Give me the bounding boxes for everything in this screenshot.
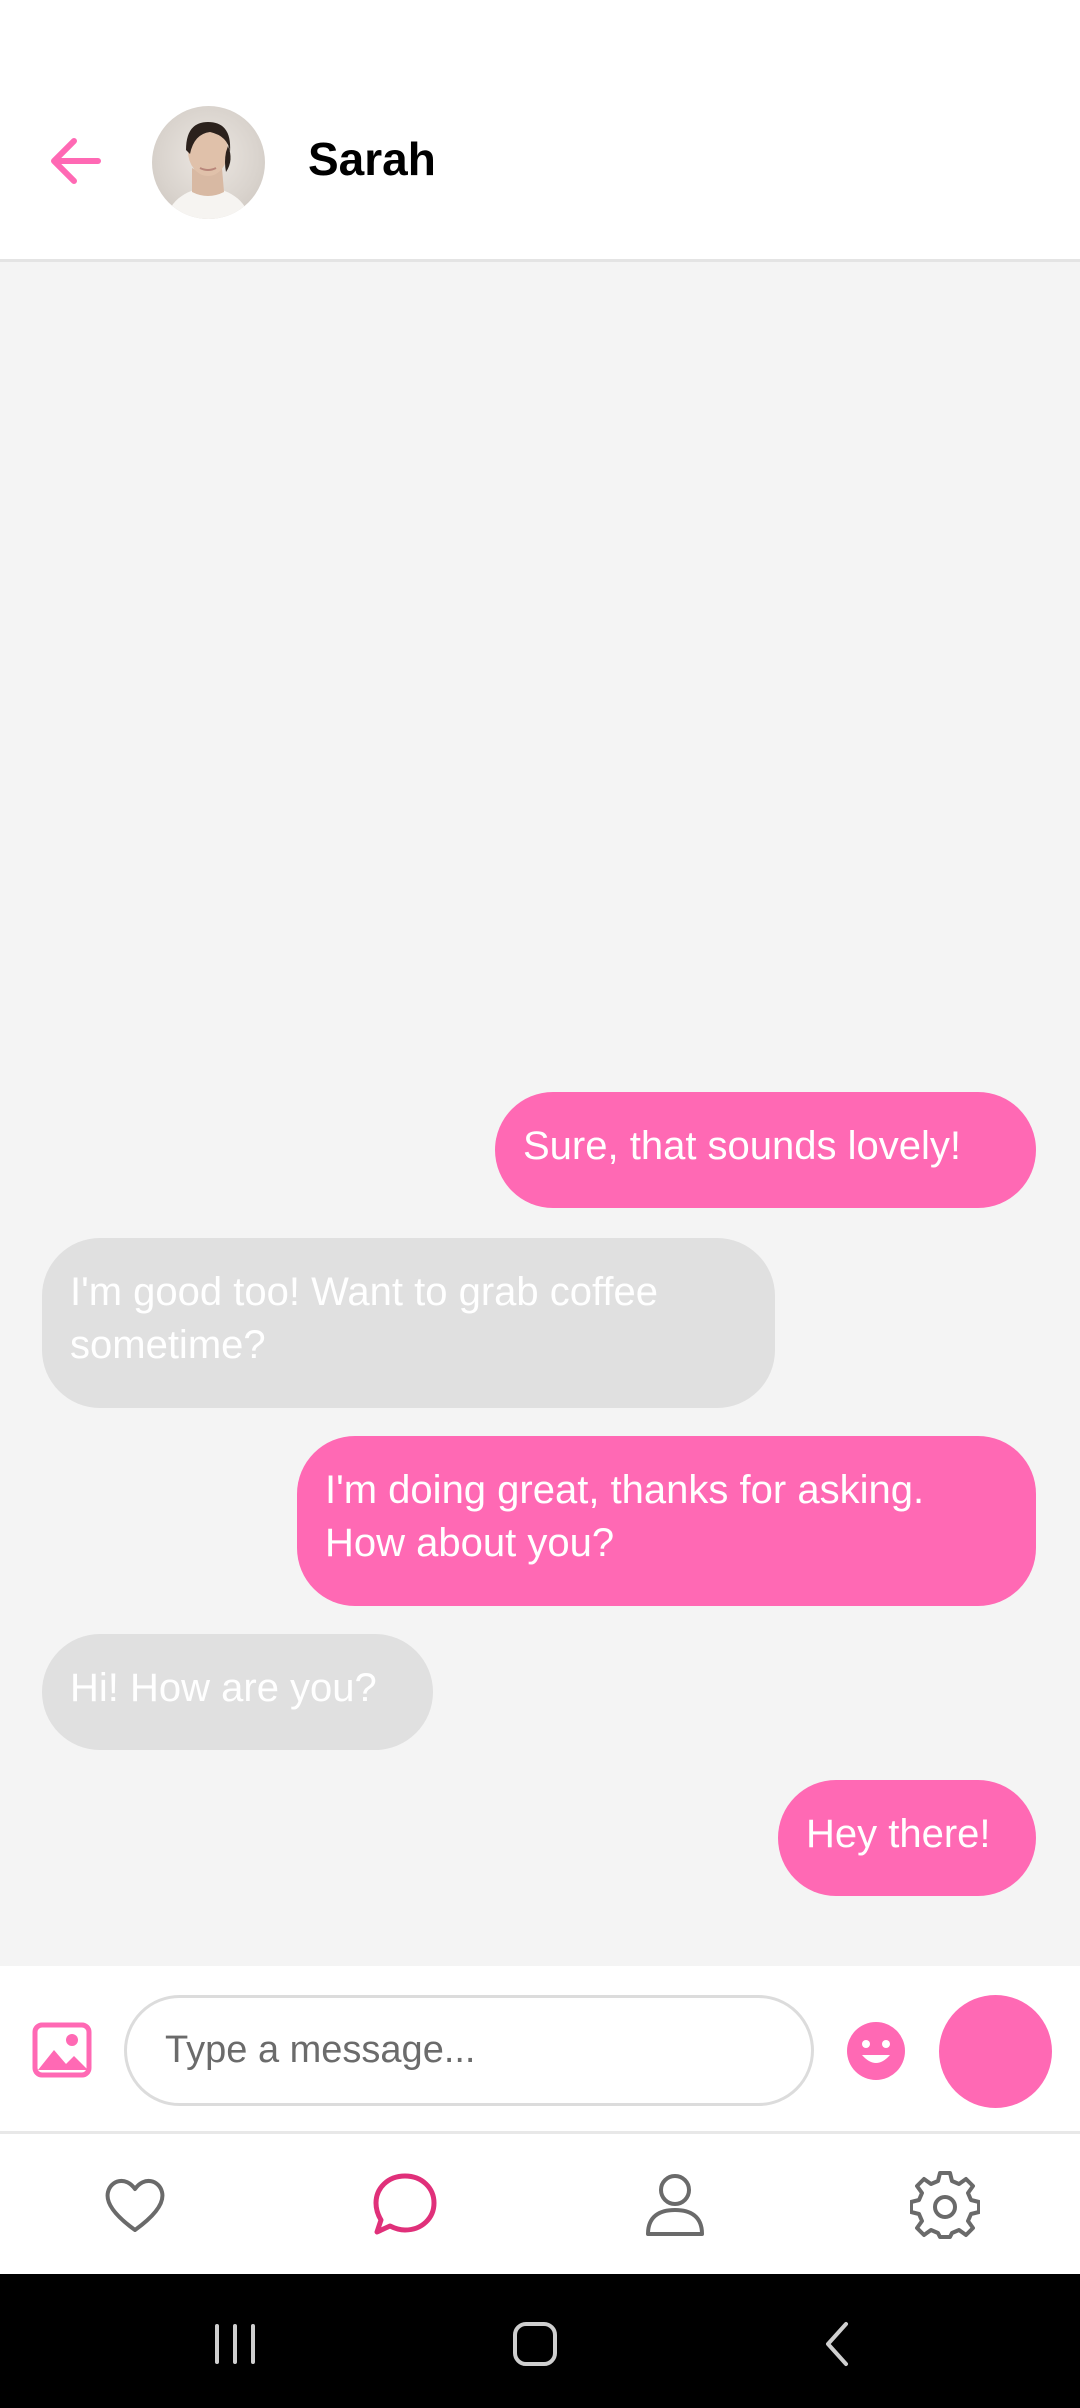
system-back-button[interactable] bbox=[808, 2314, 868, 2374]
message-composer bbox=[0, 1966, 1080, 2134]
message-bubble-sent[interactable]: Sure, that sounds lovely! bbox=[495, 1092, 1036, 1208]
message-bubble-sent[interactable]: I'm doing great, thanks for asking. How … bbox=[297, 1436, 1036, 1606]
chat-bubble-icon bbox=[373, 2173, 437, 2235]
avatar-photo bbox=[166, 122, 250, 219]
bottom-navigation bbox=[0, 2134, 1080, 2274]
nav-likes[interactable] bbox=[100, 2170, 170, 2240]
chevron-left-icon bbox=[826, 2322, 848, 2366]
nav-chats[interactable] bbox=[370, 2170, 440, 2240]
person-icon bbox=[646, 2174, 704, 2236]
attach-image-button[interactable] bbox=[32, 2022, 92, 2078]
nav-profile[interactable] bbox=[640, 2170, 710, 2240]
chat-header: Sarah bbox=[0, 0, 1080, 262]
message-bubble-sent[interactable]: Hey there! bbox=[778, 1780, 1036, 1896]
send-button[interactable] bbox=[939, 1995, 1052, 2108]
nav-settings[interactable] bbox=[909, 2170, 981, 2240]
arrow-left-icon bbox=[51, 138, 101, 184]
recent-apps-icon bbox=[215, 2324, 255, 2364]
avatar[interactable] bbox=[152, 106, 265, 219]
recent-apps-button[interactable] bbox=[205, 2314, 265, 2374]
emoji-button[interactable] bbox=[846, 2021, 906, 2081]
message-list[interactable]: Sure, that sounds lovely! I'm good too! … bbox=[0, 262, 1080, 1966]
contact-name: Sarah bbox=[308, 133, 436, 185]
system-navigation-bar bbox=[0, 2274, 1080, 2408]
home-icon bbox=[513, 2322, 557, 2366]
heart-icon bbox=[105, 2179, 165, 2232]
image-icon bbox=[32, 2022, 92, 2078]
message-bubble-received[interactable]: I'm good too! Want to grab coffee someti… bbox=[42, 1238, 775, 1408]
message-bubble-received[interactable]: Hi! How are you? bbox=[42, 1634, 433, 1750]
message-input[interactable] bbox=[124, 1995, 814, 2106]
home-button[interactable] bbox=[505, 2314, 565, 2374]
gear-icon bbox=[909, 2171, 981, 2239]
back-button[interactable] bbox=[40, 125, 112, 197]
emoji-icon bbox=[847, 2022, 905, 2080]
